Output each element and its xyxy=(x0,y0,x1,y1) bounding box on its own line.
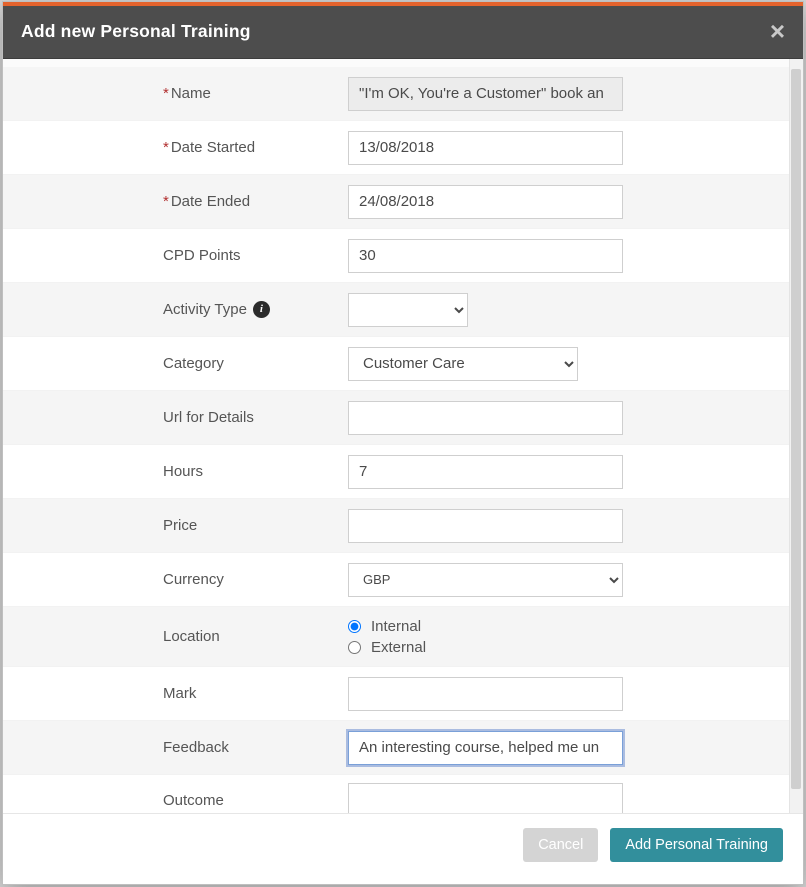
label-name: * Name xyxy=(3,85,348,102)
location-internal-radio[interactable] xyxy=(348,620,361,633)
row-location: Location Internal External xyxy=(3,607,789,667)
row-hours: Hours xyxy=(3,445,789,499)
cpd-points-input[interactable] xyxy=(348,239,623,273)
label-url: Url for Details xyxy=(3,409,348,426)
row-url: Url for Details xyxy=(3,391,789,445)
category-select[interactable]: Customer Care xyxy=(348,347,578,381)
url-input[interactable] xyxy=(348,401,623,435)
hours-input[interactable] xyxy=(348,455,623,489)
cancel-button[interactable]: Cancel xyxy=(523,828,598,862)
price-input[interactable] xyxy=(348,509,623,543)
label-outcome: Outcome xyxy=(3,792,348,809)
label-location: Location xyxy=(3,628,348,645)
date-started-input[interactable] xyxy=(348,131,623,165)
label-date-ended: * Date Ended xyxy=(3,193,348,210)
label-cpd-points: CPD Points xyxy=(3,247,348,264)
row-activity-type: Activity Type i xyxy=(3,283,789,337)
form-scroll-area[interactable]: * Name * Date Started xyxy=(3,59,789,813)
row-outcome: Outcome xyxy=(3,775,789,813)
row-price: Price xyxy=(3,499,789,553)
add-personal-training-button[interactable]: Add Personal Training xyxy=(610,828,783,862)
row-date-ended: * Date Ended xyxy=(3,175,789,229)
scrollbar-track[interactable] xyxy=(789,59,803,813)
outcome-input[interactable] xyxy=(348,783,623,813)
date-ended-input[interactable] xyxy=(348,185,623,219)
info-icon[interactable]: i xyxy=(253,301,270,318)
row-mark: Mark xyxy=(3,667,789,721)
required-marker: * xyxy=(163,193,169,210)
label-currency: Currency xyxy=(3,571,348,588)
required-marker: * xyxy=(163,139,169,156)
row-cpd-points: CPD Points xyxy=(3,229,789,283)
required-marker: * xyxy=(163,85,169,102)
label-activity-type: Activity Type i xyxy=(3,301,348,318)
name-input[interactable] xyxy=(348,77,623,111)
scrollbar-thumb[interactable] xyxy=(791,69,801,789)
label-price: Price xyxy=(3,517,348,534)
close-icon[interactable]: × xyxy=(770,18,785,44)
label-hours: Hours xyxy=(3,463,348,480)
label-feedback: Feedback xyxy=(3,739,348,756)
location-external-option[interactable]: External xyxy=(348,639,426,656)
modal-body: * Name * Date Started xyxy=(3,59,803,813)
location-internal-option[interactable]: Internal xyxy=(348,618,426,635)
row-feedback: Feedback xyxy=(3,721,789,775)
feedback-input[interactable] xyxy=(348,731,623,765)
mark-input[interactable] xyxy=(348,677,623,711)
label-mark: Mark xyxy=(3,685,348,702)
row-category: Category Customer Care xyxy=(3,337,789,391)
row-name: * Name xyxy=(3,67,789,121)
modal-footer: Cancel Add Personal Training xyxy=(3,813,803,884)
label-category: Category xyxy=(3,355,348,372)
location-external-radio[interactable] xyxy=(348,641,361,654)
add-personal-training-modal: Add new Personal Training × * Name * xyxy=(2,1,804,885)
label-date-started: * Date Started xyxy=(3,139,348,156)
row-currency: Currency GBP xyxy=(3,553,789,607)
modal-title: Add new Personal Training xyxy=(21,21,251,42)
row-date-started: * Date Started xyxy=(3,121,789,175)
modal-header: Add new Personal Training × xyxy=(3,6,803,59)
activity-type-select[interactable] xyxy=(348,293,468,327)
currency-select[interactable]: GBP xyxy=(348,563,623,597)
